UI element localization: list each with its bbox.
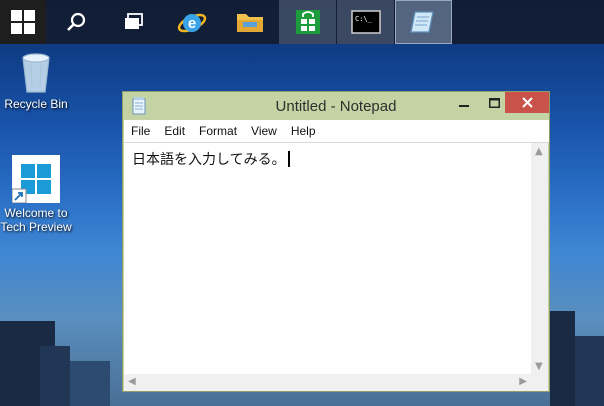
vertical-scrollbar[interactable]: ▲ ▼ bbox=[531, 143, 548, 375]
menu-help[interactable]: Help bbox=[284, 124, 323, 138]
editor-text-line: 日本語を入力してみる。 bbox=[132, 149, 290, 169]
menu-file[interactable]: File bbox=[124, 124, 157, 138]
title-bar[interactable]: Untitled - Notepad bbox=[123, 92, 549, 120]
scroll-right-icon[interactable]: ▶ bbox=[519, 377, 527, 387]
ie-icon: e bbox=[177, 13, 206, 33]
recycle-bin-icon bbox=[22, 53, 50, 93]
maximize-icon bbox=[488, 97, 500, 108]
notepad-window: Untitled - Notepad File Edit Format View… bbox=[122, 91, 550, 392]
task-view-icon bbox=[124, 13, 143, 29]
welcome-label-line1: Welcome to bbox=[4, 206, 68, 220]
search-button[interactable] bbox=[47, 0, 104, 44]
recycle-bin-label: Recycle Bin bbox=[4, 97, 68, 111]
scroll-left-icon[interactable]: ◀ bbox=[128, 377, 136, 387]
welcome-label-line2: Tech Preview bbox=[0, 220, 72, 234]
svg-text:C:\_: C:\_ bbox=[355, 15, 373, 23]
svg-text:e: e bbox=[187, 15, 195, 32]
scrollbar-corner bbox=[531, 374, 548, 391]
minimize-icon bbox=[459, 104, 469, 107]
close-button[interactable] bbox=[505, 92, 549, 113]
store-icon bbox=[295, 10, 320, 34]
horizontal-scrollbar[interactable]: ◀ ▶ bbox=[124, 374, 531, 391]
scroll-up-icon[interactable]: ▲ bbox=[535, 147, 543, 157]
text-editor[interactable]: 日本語を入力してみる。 ▲ ▼ ◀ ▶ bbox=[124, 142, 548, 391]
recycle-bin-shortcut[interactable]: Recycle Bin bbox=[0, 50, 76, 111]
menu-edit[interactable]: Edit bbox=[157, 124, 192, 138]
welcome-windows-icon bbox=[12, 155, 60, 203]
windows-logo-icon bbox=[11, 10, 35, 34]
welcome-tech-preview-shortcut[interactable]: Welcome to Tech Preview bbox=[0, 155, 76, 234]
command-prompt-button[interactable]: C:\_ bbox=[337, 0, 394, 44]
minimize-button[interactable] bbox=[449, 92, 479, 113]
menu-bar: File Edit Format View Help bbox=[124, 120, 549, 142]
close-icon bbox=[521, 97, 533, 108]
menu-view[interactable]: View bbox=[244, 124, 284, 138]
notepad-taskbar-button[interactable] bbox=[395, 0, 452, 44]
task-view-button[interactable] bbox=[105, 0, 162, 44]
store-button[interactable] bbox=[279, 0, 336, 44]
menu-format[interactable]: Format bbox=[192, 124, 244, 138]
editor-text: 日本語を入力してみる。 bbox=[132, 152, 286, 168]
text-caret bbox=[287, 151, 290, 167]
internet-explorer-button[interactable]: e bbox=[163, 0, 220, 44]
start-button[interactable] bbox=[0, 0, 46, 44]
file-explorer-button[interactable] bbox=[221, 0, 278, 44]
notepad-icon bbox=[409, 11, 434, 33]
folder-icon bbox=[236, 14, 263, 32]
scroll-down-icon[interactable]: ▼ bbox=[535, 362, 543, 372]
cmd-icon: C:\_ bbox=[350, 10, 381, 34]
taskbar: e C:\_ bbox=[0, 0, 604, 44]
search-icon bbox=[66, 12, 85, 31]
